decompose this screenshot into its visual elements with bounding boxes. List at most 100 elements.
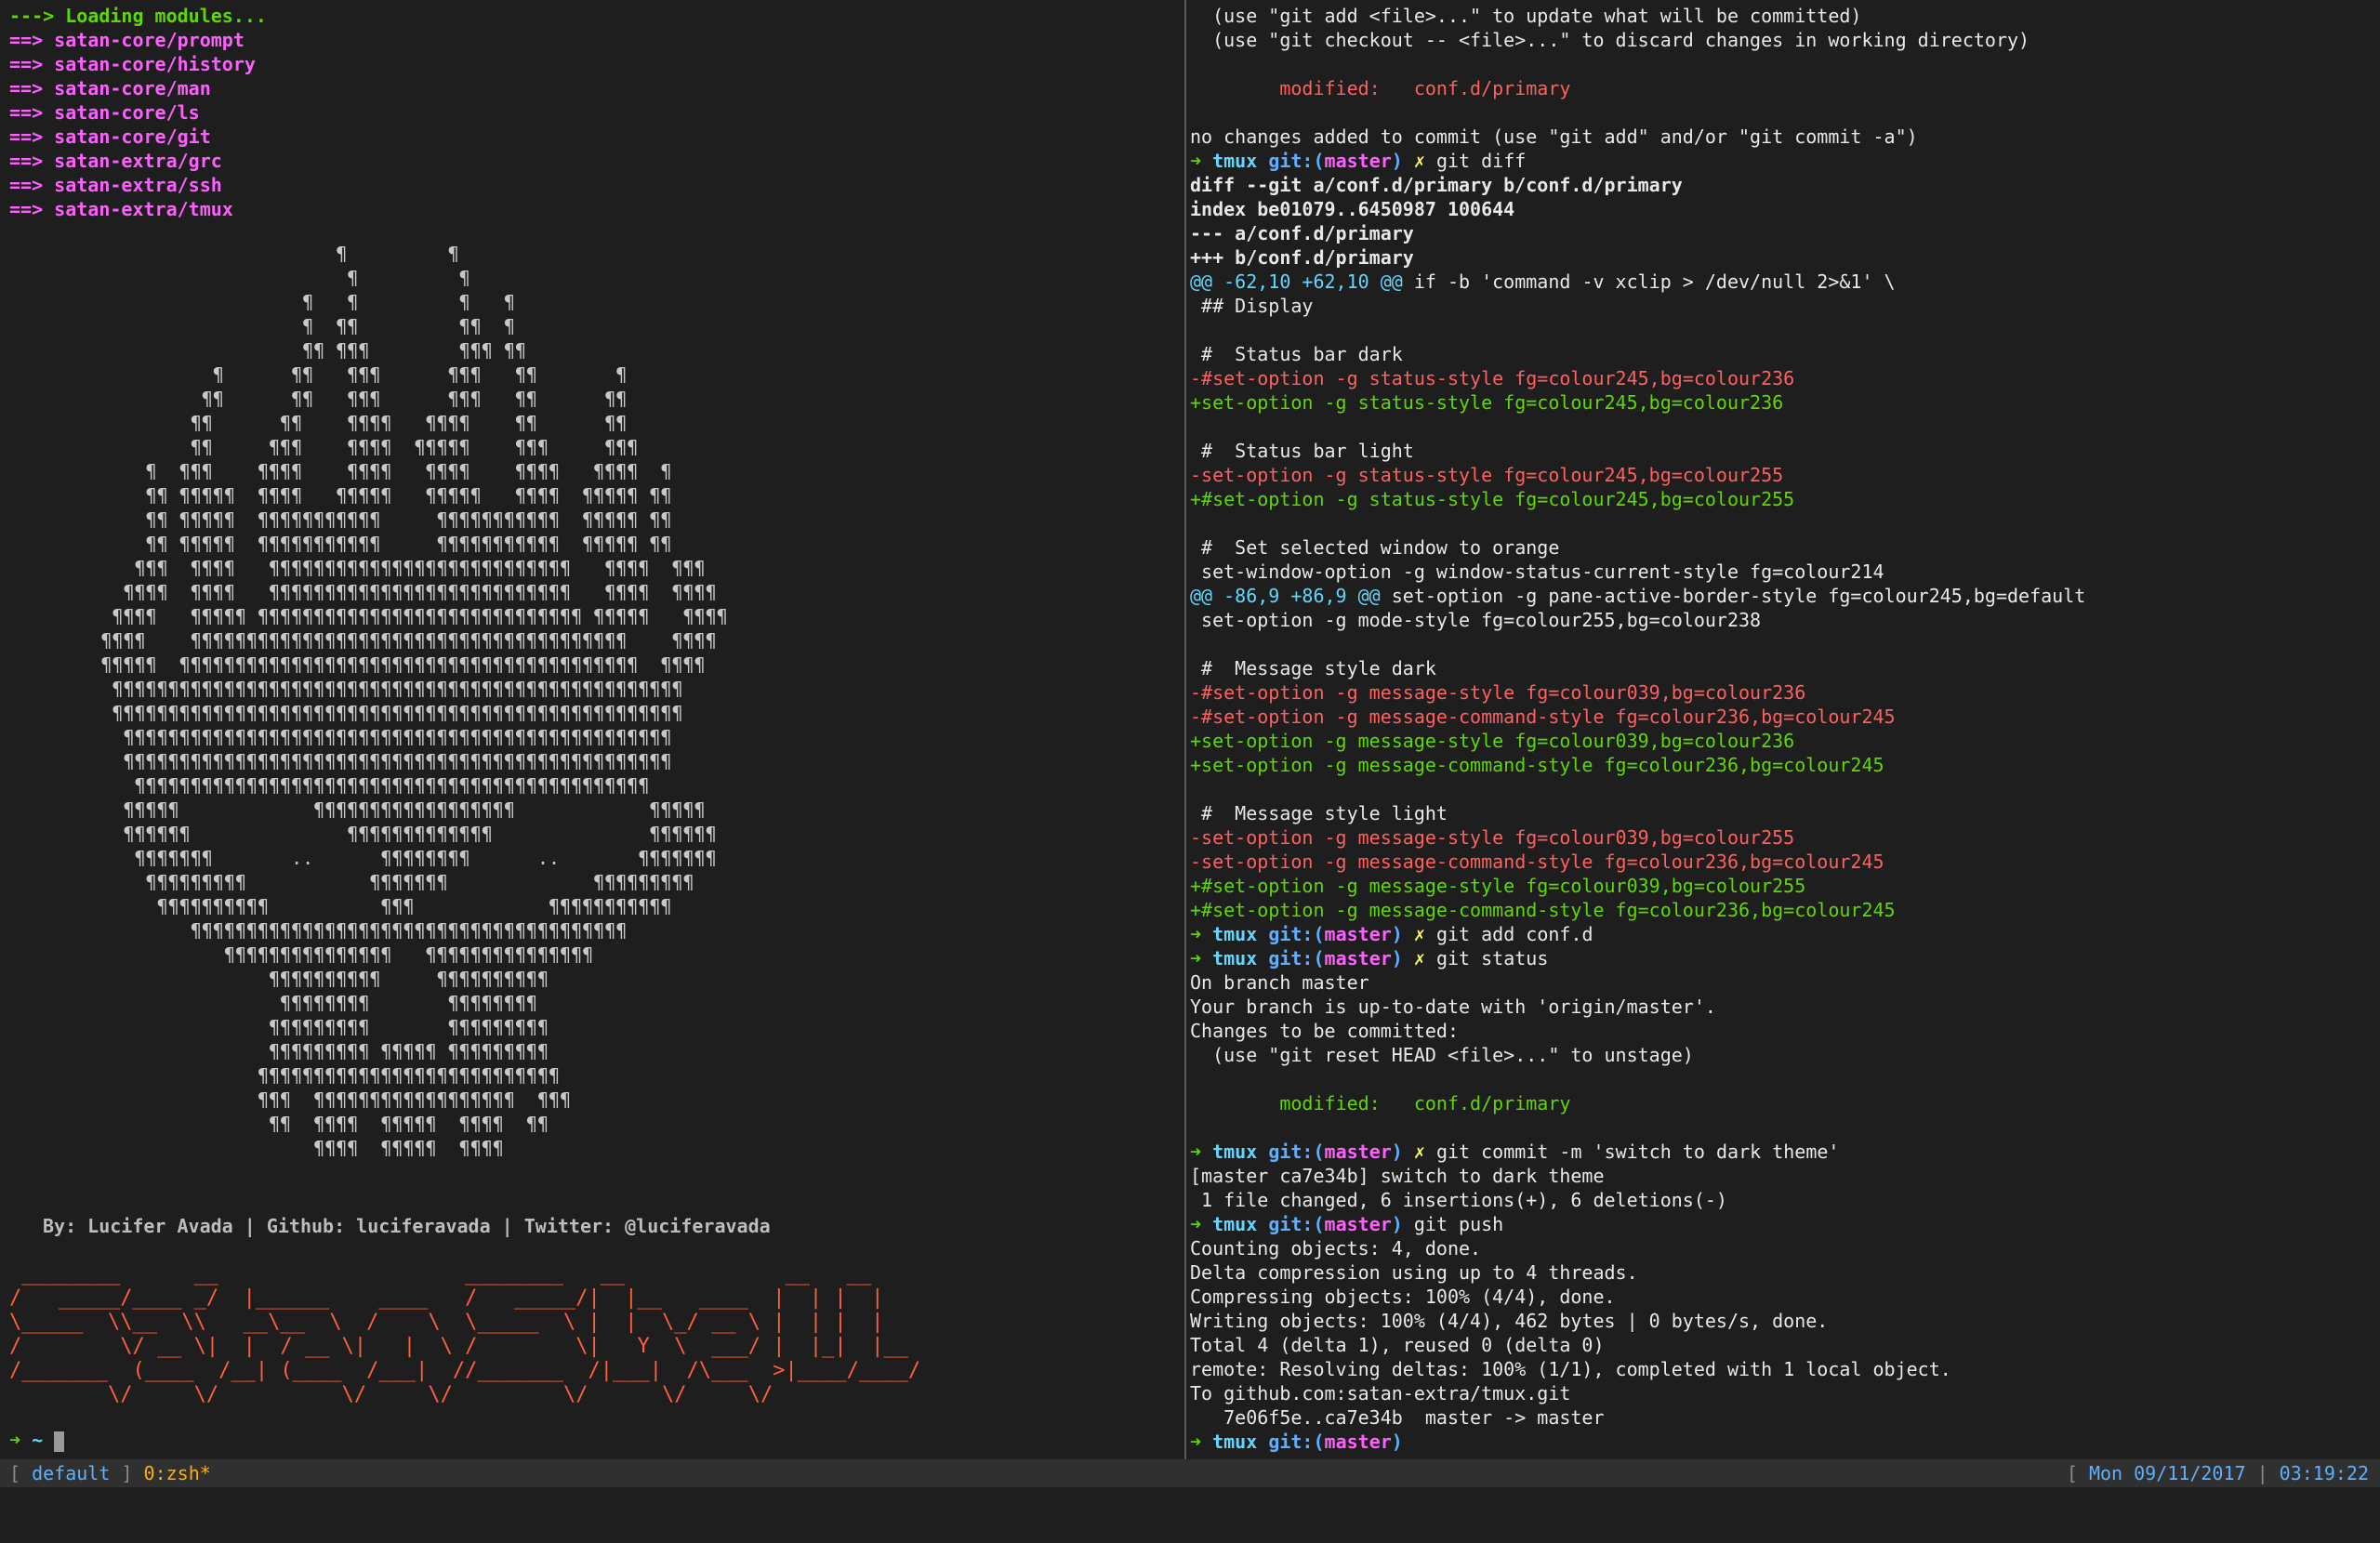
module-line: ==> satan-extra/grc [9, 149, 267, 173]
terminal-text: ➜ [1190, 150, 1213, 172]
terminal-line: [master ca7e34b] switch to dark theme [1190, 1164, 2085, 1188]
terminal-line: +set-option -g message-command-style fg=… [1190, 753, 2085, 777]
module-line: ==> satan-extra/ssh [9, 173, 267, 197]
module-line: ==> satan-core/man [9, 76, 267, 100]
terminal-text: git:( [1268, 1431, 1325, 1453]
skull-art-row: ¶¶¶¶¶¶ ¶¶¶¶¶¶¶¶¶¶¶¶¶ ¶¶¶¶¶¶ [0, 823, 717, 845]
left-terminal-pane[interactable]: ---> Loading modules... ==> satan-core/pr… [0, 0, 1181, 1459]
terminal-text: tmux [1212, 150, 1269, 172]
terminal-text: -#set-option -g message-command-style fg… [1190, 706, 1896, 728]
terminal-text: tmux [1212, 923, 1269, 945]
left-shell-prompt[interactable]: ➜ ~ [9, 1428, 65, 1452]
terminal-text: @@ -86,9 +86,9 @@ [1190, 585, 1381, 607]
terminal-text: -set-option -g message-style fg=colour03… [1190, 826, 1795, 849]
terminal-line: (use "git add <file>..." to update what … [1190, 4, 2085, 28]
module-line: ---> Loading modules... [9, 4, 267, 28]
terminal-line: 7e06f5e..ca7e34b master -> master [1190, 1405, 2085, 1430]
terminal-text: tmux [1212, 1431, 1269, 1453]
skull-art-row: ¶ ¶ ¶ ¶ [0, 291, 515, 313]
skull-art-row: ¶¶¶¶¶¶¶¶¶¶¶¶¶¶¶¶¶¶¶¶¶¶¶¶¶¶¶¶¶¶¶¶¶¶¶¶¶¶¶¶… [0, 702, 683, 724]
terminal-text: ➜ [1190, 947, 1213, 969]
terminal-text: ➜ [1190, 1431, 1213, 1453]
skull-art-row: ¶¶¶¶¶ ¶¶¶¶¶¶¶¶¶¶¶¶¶¶¶¶¶¶¶¶¶¶¶¶¶¶¶¶¶¶¶¶¶¶… [0, 653, 706, 676]
terminal-text: master [1324, 150, 1392, 172]
terminal-line: ➜ tmux git:(master) git push [1190, 1212, 2085, 1236]
tmux-status-bar: [ default ] 0:zsh* [ Mon 09/11/2017 | 03… [0, 1459, 2380, 1487]
terminal-line: --- a/conf.d/primary [1190, 221, 2085, 245]
skull-art-row: ¶¶ ¶¶¶¶¶ ¶¶¶¶¶¶¶¶¶¶¶ ¶¶¶¶¶¶¶¶¶¶¶ ¶¶¶¶¶ ¶… [0, 508, 672, 531]
terminal-text: master [1324, 1431, 1392, 1453]
module-arrow: ==> [9, 125, 44, 148]
skull-art-row: ¶¶¶¶¶¶¶¶¶¶¶¶¶¶¶¶¶¶¶¶¶¶¶¶¶¶¶¶¶¶¶¶¶¶¶¶¶¶¶ [0, 919, 628, 942]
terminal-line: diff --git a/conf.d/primary b/conf.d/pri… [1190, 173, 2085, 197]
terminal-line: Writing objects: 100% (4/4), 462 bytes |… [1190, 1309, 2085, 1333]
skull-art-row: ¶¶ ¶¶¶¶¶ ¶¶¶¶¶¶¶¶¶¶¶ ¶¶¶¶¶¶¶¶¶¶¶ ¶¶¶¶¶ ¶… [0, 533, 672, 555]
skull-art-row: ¶¶ ¶¶¶¶ ¶¶¶¶¶ ¶¶¶¶ ¶¶ [0, 1113, 549, 1135]
terminal-text: -set-option -g message-command-style fg=… [1190, 851, 1884, 873]
terminal-line: -#set-option -g status-style fg=colour24… [1190, 366, 2085, 390]
pane-divider[interactable] [1184, 0, 1186, 1459]
terminal-text: git:( [1268, 150, 1325, 172]
skull-art-row: ¶¶¶¶¶¶¶ .. ¶¶¶¶¶¶¶¶ .. ¶¶¶¶¶¶¶ [0, 847, 717, 869]
terminal-line: no changes added to commit (use "git add… [1190, 125, 2085, 149]
module-arrow: ==> [9, 53, 44, 75]
terminal-line: To github.com:satan-extra/tmux.git [1190, 1381, 2085, 1405]
terminal-text: master [1324, 1141, 1392, 1163]
terminal-text: # Set selected window to orange [1190, 536, 1560, 559]
banner-row: \_____ \\__ \\ __\__ \ / \ \_____ \ | | … [9, 1311, 884, 1334]
terminal-line: @@ -62,10 +62,10 @@ if -b 'command -v xc… [1190, 270, 2085, 294]
terminal-line: Total 4 (delta 1), reused 0 (delta 0) [1190, 1333, 2085, 1357]
module-arrow: ==> [9, 29, 44, 51]
terminal-text: ) [1391, 150, 1414, 172]
terminal-text: (use "git reset HEAD <file>..." to unsta… [1190, 1044, 1694, 1066]
module-line: ==> satan-core/git [9, 125, 267, 149]
terminal-text: +#set-option -g message-command-style fg… [1190, 899, 1896, 921]
terminal-line: # Set selected window to orange [1190, 535, 2085, 560]
terminal-text: +#set-option -g status-style fg=colour24… [1190, 488, 1795, 510]
terminal-text: master [1324, 947, 1392, 969]
terminal-text: set-option -g mode-style fg=colour255,bg… [1190, 609, 1762, 631]
terminal-line: (use "git checkout -- <file>..." to disc… [1190, 28, 2085, 52]
terminal-line: @@ -86,9 +86,9 @@ set-option -g pane-act… [1190, 584, 2085, 608]
skull-art-row: ¶ ¶ [0, 243, 459, 265]
skull-art-row: ¶ ¶ [0, 267, 470, 289]
module-line: ==> satan-core/history [9, 52, 267, 76]
terminal-text: ## Display [1190, 295, 1314, 317]
skull-art-row: ¶¶¶¶¶¶¶¶¶¶¶¶¶¶¶¶¶¶¶¶¶¶¶¶¶¶¶ [0, 1064, 561, 1087]
banner-row: / \/ __ \| | / __ \| | \ / \| Y \ ___/ |… [9, 1335, 908, 1358]
terminal-line: # Message style light [1190, 801, 2085, 825]
skull-art-row: ¶¶ ¶¶ ¶¶¶ ¶¶¶ ¶¶ ¶¶ [0, 388, 628, 410]
module-line: ==> satan-extra/tmux [9, 197, 267, 221]
terminal-text: +++ b/conf.d/primary [1190, 246, 1414, 269]
terminal-text: ) [1391, 923, 1414, 945]
module-name: satan-core/ls [54, 101, 200, 124]
terminal-text: +set-option -g message-command-style fg=… [1190, 754, 1884, 776]
terminal-line: # Status bar light [1190, 439, 2085, 463]
module-arrow: ==> [9, 150, 44, 172]
terminal-text: # Message style dark [1190, 657, 1436, 679]
terminal-text: @@ -62,10 +62,10 @@ [1190, 270, 1403, 293]
session-open-bracket: [ [9, 1462, 21, 1484]
terminal-line: remote: Resolving deltas: 100% (1/1), co… [1190, 1357, 2085, 1381]
terminal-text: master [1324, 923, 1392, 945]
terminal-text: Writing objects: 100% (4/4), 462 bytes |… [1190, 1310, 1829, 1332]
window-tab-zsh[interactable]: 0:zsh* [144, 1462, 211, 1484]
terminal-line: # Message style dark [1190, 656, 2085, 680]
terminal-text: git:( [1268, 947, 1325, 969]
right-terminal-pane[interactable]: (use "git add <file>..." to update what … [1190, 0, 2380, 1459]
terminal-text: --- a/conf.d/primary [1190, 222, 1414, 244]
terminal-text: # Status bar dark [1190, 343, 1403, 365]
terminal-line: ➜ tmux git:(master) ✗ git status [1190, 946, 2085, 970]
terminal-text: ) [1391, 947, 1414, 969]
terminal-text: set-option -g pane-active-border-style f… [1380, 585, 2086, 607]
terminal-text: tmux [1212, 947, 1269, 969]
terminal-text: -#set-option -g status-style fg=colour24… [1190, 367, 1795, 389]
terminal-text: master [1324, 1213, 1392, 1235]
terminal-text: -#set-option -g message-style fg=colour0… [1190, 681, 1806, 704]
terminal-text: diff --git a/conf.d/primary b/conf.d/pri… [1190, 174, 1683, 196]
terminal-text: remote: Resolving deltas: 100% (1/1), co… [1190, 1358, 1951, 1380]
terminal-line: -set-option -g message-style fg=colour03… [1190, 825, 2085, 850]
